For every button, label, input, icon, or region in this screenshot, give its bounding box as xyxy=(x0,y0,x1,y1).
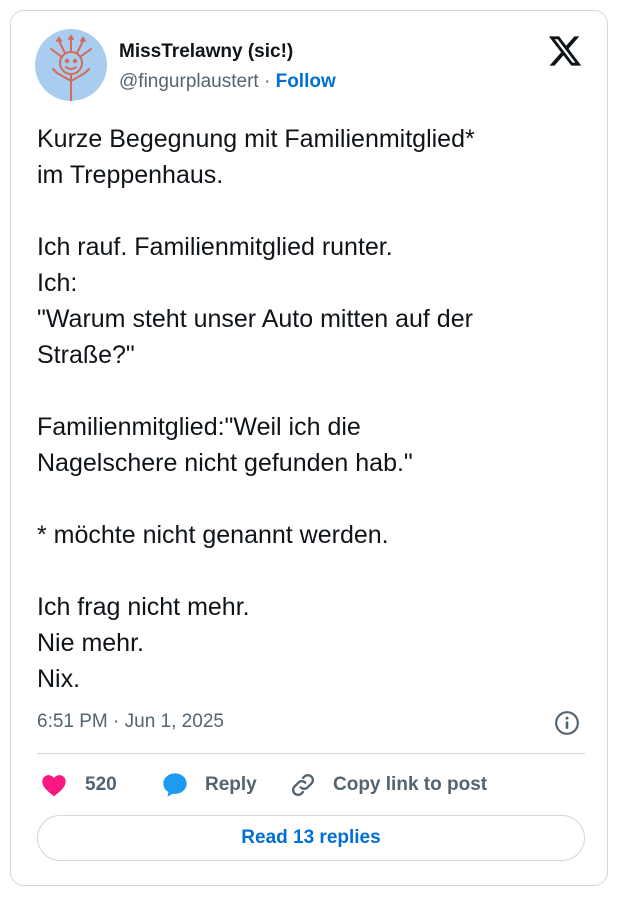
x-logo-icon[interactable] xyxy=(547,33,583,69)
heart-icon xyxy=(42,775,66,797)
post-text: Kurze Begegnung mit Familienmitglied* im… xyxy=(37,125,475,693)
copy-link-label: Copy link to post xyxy=(333,774,488,795)
post-timestamp[interactable]: 6:51 PM · Jun 1, 2025 xyxy=(37,711,224,733)
author-handle-row: @fingurplaustert · Follow xyxy=(119,71,336,93)
handle-separator: · xyxy=(258,71,276,92)
like-count: 520 xyxy=(85,774,117,795)
link-icon xyxy=(292,774,314,796)
reply-label: Reply xyxy=(205,774,257,795)
reply-button[interactable]: Reply xyxy=(161,771,257,799)
read-replies-button[interactable]: Read 13 replies xyxy=(37,815,585,861)
author-handle[interactable]: @fingurplaustert xyxy=(119,71,259,92)
avatar-drawing-icon xyxy=(50,34,92,101)
follow-button[interactable]: Follow xyxy=(276,71,336,92)
post-card: MissTrelawny (sic!) @fingurplaustert · F… xyxy=(10,10,608,886)
like-button[interactable]: 520 xyxy=(39,771,117,799)
divider xyxy=(37,753,585,754)
avatar[interactable] xyxy=(35,29,107,101)
info-icon[interactable] xyxy=(554,710,580,736)
copy-link-button[interactable]: Copy link to post xyxy=(289,771,487,799)
speech-bubble-icon xyxy=(163,773,187,797)
author-name[interactable]: MissTrelawny (sic!) xyxy=(119,41,293,63)
